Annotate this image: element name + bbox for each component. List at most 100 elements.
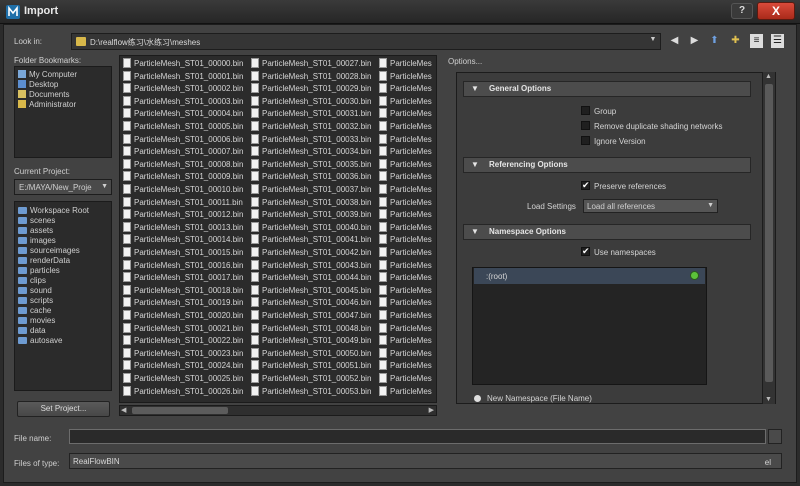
current-project-select[interactable]: E:/MAYA/New_Proje ▼ xyxy=(14,179,112,195)
file-item[interactable]: ParticleMesh_ST01_00021.bin xyxy=(123,322,243,335)
file-item[interactable]: ParticleMes xyxy=(379,360,432,372)
file-item[interactable]: ParticleMesh_ST01_00050.bin xyxy=(251,347,371,360)
file-name-action-button[interactable] xyxy=(768,429,782,444)
detail-view-icon[interactable]: ☰ xyxy=(771,34,784,48)
file-list-scrollbar[interactable]: ◀ ▶ xyxy=(119,405,437,416)
file-item[interactable]: ParticleMes xyxy=(379,184,432,196)
tree-item[interactable]: autosave xyxy=(18,336,62,346)
set-project-button[interactable]: Set Project... xyxy=(17,401,110,417)
file-item[interactable]: ParticleMesh_ST01_00028.bin xyxy=(251,70,371,83)
remove-duplicate-checkbox[interactable] xyxy=(581,121,590,130)
file-item[interactable]: ParticleMesh_ST01_00044.bin xyxy=(251,272,371,284)
file-item[interactable]: ParticleMesh_ST01_00041.bin xyxy=(251,234,371,246)
file-item[interactable]: ParticleMes xyxy=(379,209,432,221)
file-item[interactable]: ParticleMes xyxy=(379,322,432,335)
preserve-references-checkbox[interactable] xyxy=(581,180,590,191)
file-item[interactable]: ParticleMesh_ST01_00010.bin xyxy=(123,184,243,196)
file-item[interactable]: ParticleMesh_ST01_00024.bin xyxy=(123,360,243,372)
file-item[interactable]: ParticleMesh_ST01_00009.bin xyxy=(123,171,243,183)
file-item[interactable]: ParticleMesh_ST01_00029.bin xyxy=(251,83,371,95)
scroll-left-icon[interactable]: ◀ xyxy=(121,406,126,414)
file-item[interactable]: ParticleMesh_ST01_00031.bin xyxy=(251,108,371,120)
file-item[interactable]: ParticleMesh_ST01_00018.bin xyxy=(123,284,243,297)
ignore-version-checkbox[interactable] xyxy=(581,136,590,145)
file-item[interactable]: ParticleMesh_ST01_00040.bin xyxy=(251,221,371,234)
file-item[interactable]: ParticleMesh_ST01_00033.bin xyxy=(251,133,371,146)
file-item[interactable]: ParticleMesh_ST01_00014.bin xyxy=(123,234,243,246)
tree-item[interactable]: data xyxy=(18,326,46,336)
referencing-options-header[interactable]: ▼ Referencing Options xyxy=(463,157,751,173)
file-item[interactable]: ParticleMes xyxy=(379,385,432,398)
file-item[interactable]: ParticleMes xyxy=(379,284,432,297)
tree-item[interactable]: sound xyxy=(18,286,52,296)
file-item[interactable]: ParticleMes xyxy=(379,373,432,385)
forward-arrow-icon[interactable]: ▶ xyxy=(688,34,701,48)
file-item[interactable]: ParticleMesh_ST01_00017.bin xyxy=(123,272,243,284)
tree-item[interactable]: renderData xyxy=(18,256,70,266)
general-options-header[interactable]: ▼ General Options xyxy=(463,81,751,97)
file-item[interactable]: ParticleMesh_ST01_00045.bin xyxy=(251,284,371,297)
chevron-down-icon[interactable]: ▼ xyxy=(101,183,108,190)
file-item[interactable]: ParticleMesh_ST01_00015.bin xyxy=(123,247,243,259)
namespace-options-header[interactable]: ▼ Namespace Options xyxy=(463,224,751,240)
file-item[interactable]: ParticleMes xyxy=(379,234,432,246)
file-item[interactable]: ParticleMes xyxy=(379,272,432,284)
tree-item[interactable]: scripts xyxy=(18,296,53,306)
file-item[interactable]: ParticleMesh_ST01_00013.bin xyxy=(123,221,243,234)
file-item[interactable]: ParticleMesh_ST01_00007.bin xyxy=(123,146,243,158)
scroll-right-icon[interactable]: ▶ xyxy=(429,406,434,414)
chevron-down-icon[interactable]: ▼ xyxy=(648,36,658,47)
file-item[interactable]: ParticleMesh_ST01_00000.bin xyxy=(123,58,243,70)
file-item[interactable]: ParticleMesh_ST01_00012.bin xyxy=(123,209,243,221)
scroll-up-icon[interactable]: ▲ xyxy=(765,73,772,80)
file-item[interactable]: ParticleMesh_ST01_00020.bin xyxy=(123,310,243,322)
file-item[interactable]: ParticleMes xyxy=(379,297,432,309)
namespace-root-row[interactable]: :(root) xyxy=(474,268,705,284)
bookmark-administrator[interactable]: Administrator xyxy=(18,100,76,110)
file-item[interactable]: ParticleMesh_ST01_00053.bin xyxy=(251,385,371,398)
file-item[interactable]: ParticleMes xyxy=(379,171,432,183)
tree-item[interactable]: sourceimages xyxy=(18,246,80,256)
file-name-input[interactable] xyxy=(69,429,766,444)
file-item[interactable]: ParticleMesh_ST01_00038.bin xyxy=(251,196,371,209)
file-item[interactable]: ParticleMesh_ST01_00003.bin xyxy=(123,95,243,108)
file-item[interactable]: ParticleMesh_ST01_00035.bin xyxy=(251,158,371,171)
up-folder-icon[interactable]: ⬆ xyxy=(708,34,721,48)
file-item[interactable]: ParticleMes xyxy=(379,95,432,108)
tree-item[interactable]: scenes xyxy=(18,216,55,226)
file-item[interactable]: ParticleMesh_ST01_00046.bin xyxy=(251,297,371,309)
file-item[interactable]: ParticleMesh_ST01_00051.bin xyxy=(251,360,371,372)
bookmark-documents[interactable]: Documents xyxy=(18,90,69,100)
scrollbar-thumb[interactable] xyxy=(132,407,228,414)
use-namespaces-checkbox[interactable] xyxy=(581,246,590,257)
file-item[interactable]: ParticleMes xyxy=(379,58,432,70)
new-folder-icon[interactable]: ✚ xyxy=(729,34,742,48)
tree-item[interactable]: images xyxy=(18,236,56,246)
file-item[interactable]: ParticleMes xyxy=(379,83,432,95)
group-checkbox[interactable] xyxy=(581,106,590,115)
file-item[interactable]: ParticleMes xyxy=(379,335,432,347)
file-item[interactable]: ParticleMes xyxy=(379,221,432,234)
bookmark-desktop[interactable]: Desktop xyxy=(18,80,58,90)
file-item[interactable]: ParticleMesh_ST01_00027.bin xyxy=(251,58,371,70)
file-item[interactable]: ParticleMesh_ST01_00034.bin xyxy=(251,146,371,158)
file-item[interactable]: ParticleMesh_ST01_00022.bin xyxy=(123,335,243,347)
file-item[interactable]: ParticleMesh_ST01_00002.bin xyxy=(123,83,243,95)
scrollbar-thumb[interactable] xyxy=(765,84,773,382)
tree-item[interactable]: Workspace Root xyxy=(18,206,89,216)
help-button[interactable]: ? xyxy=(731,3,753,19)
file-item[interactable]: ParticleMesh_ST01_00032.bin xyxy=(251,121,371,133)
tree-item[interactable]: clips xyxy=(18,276,46,286)
file-item[interactable]: ParticleMes xyxy=(379,247,432,259)
file-item[interactable]: ParticleMesh_ST01_00026.bin xyxy=(123,385,243,398)
chevron-down-icon[interactable]: ▼ xyxy=(707,202,714,209)
file-item[interactable]: ParticleMesh_ST01_00037.bin xyxy=(251,184,371,196)
list-view-icon[interactable]: ≡ xyxy=(750,34,763,48)
file-item[interactable]: ParticleMes xyxy=(379,146,432,158)
back-arrow-icon[interactable]: ◀ xyxy=(668,34,681,48)
file-item[interactable]: ParticleMesh_ST01_00008.bin xyxy=(123,158,243,171)
bookmark-my-computer[interactable]: My Computer xyxy=(18,70,77,80)
file-item[interactable]: ParticleMesh_ST01_00049.bin xyxy=(251,335,371,347)
new-namespace-radio[interactable] xyxy=(474,395,481,402)
file-item[interactable]: ParticleMesh_ST01_00048.bin xyxy=(251,322,371,335)
